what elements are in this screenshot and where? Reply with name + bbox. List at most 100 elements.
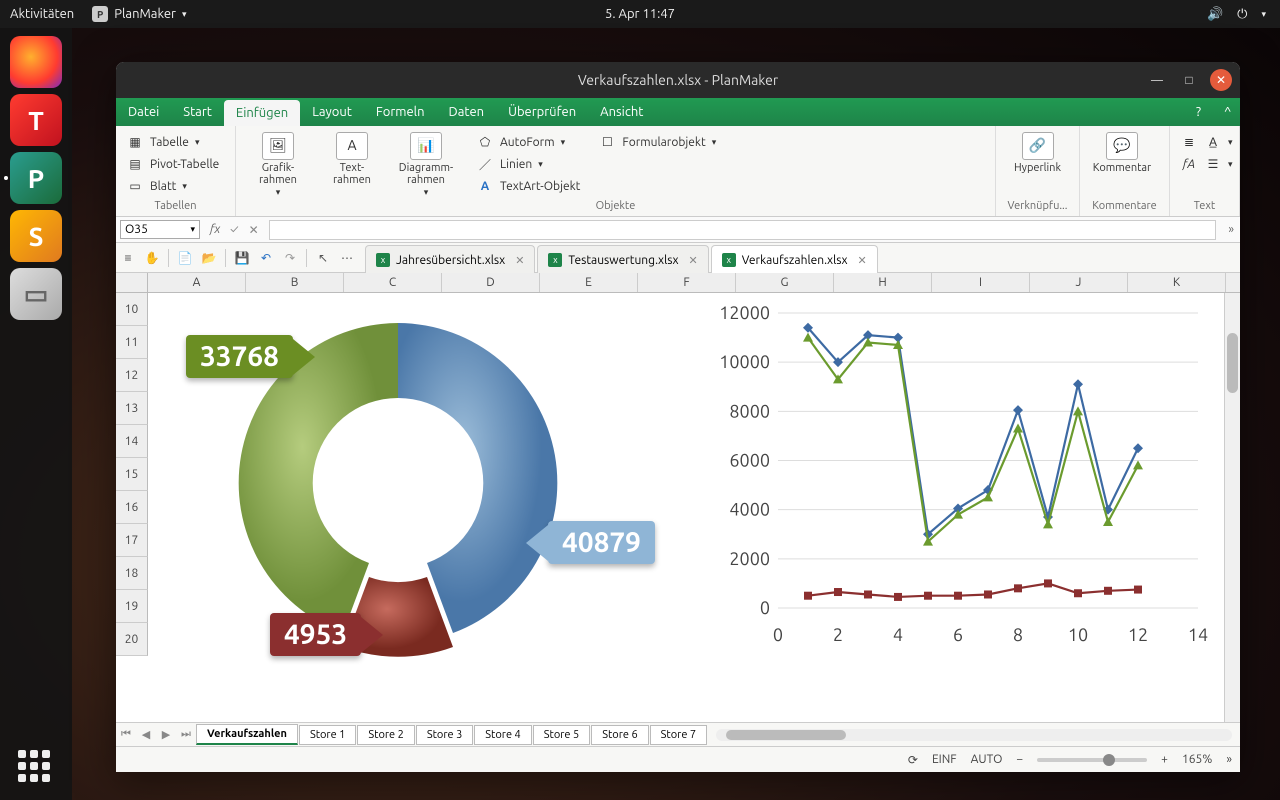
- row-header[interactable]: 11: [116, 326, 148, 359]
- menu-einfuegen[interactable]: Einfügen: [224, 100, 300, 126]
- formula-expand-icon[interactable]: »: [1222, 223, 1240, 236]
- menu-layout[interactable]: Layout: [300, 98, 364, 126]
- col-header[interactable]: B: [246, 273, 344, 292]
- col-header[interactable]: A: [148, 273, 246, 292]
- col-header[interactable]: E: [540, 273, 638, 292]
- clock[interactable]: 5. Apr 11:47: [605, 7, 675, 21]
- menu-formeln[interactable]: Formeln: [364, 98, 437, 126]
- row-header[interactable]: 17: [116, 524, 148, 557]
- formula-input[interactable]: [269, 220, 1217, 240]
- close-tab-icon[interactable]: ✕: [685, 254, 698, 267]
- file-tab[interactable]: xTestauswertung.xlsx✕: [537, 245, 708, 274]
- close-button[interactable]: ✕: [1210, 69, 1232, 91]
- close-tab-icon[interactable]: ✕: [511, 254, 524, 267]
- ribbon-text-1[interactable]: ≣A̲▾: [1180, 132, 1233, 152]
- menu-daten[interactable]: Daten: [437, 98, 497, 126]
- more-icon[interactable]: ⋯: [335, 247, 359, 269]
- ribbon-hyperlink[interactable]: 🔗Hyperlink: [1006, 132, 1069, 174]
- align-icon[interactable]: ≡: [116, 247, 140, 269]
- dock-files[interactable]: ▭: [10, 268, 62, 320]
- status-more-icon[interactable]: »: [1226, 753, 1232, 766]
- menu-datei[interactable]: Datei: [116, 98, 171, 126]
- row-header[interactable]: 16: [116, 491, 148, 524]
- zoom-value[interactable]: 165%: [1182, 753, 1212, 766]
- row-header[interactable]: 18: [116, 557, 148, 590]
- ribbon-autoform[interactable]: ⬠AutoForm ▾: [476, 132, 580, 152]
- save-icon[interactable]: 💾: [230, 247, 254, 269]
- ribbon-formularobjekt[interactable]: ☐Formularobjekt ▾: [598, 132, 716, 152]
- col-header[interactable]: C: [344, 273, 442, 292]
- spreadsheet-area[interactable]: A B C D E F G H I J K 10 11 12 13 14 15 …: [116, 273, 1240, 722]
- ribbon-tabelle[interactable]: ▦Tabelle ▾: [126, 132, 219, 152]
- minimize-button[interactable]: —: [1146, 69, 1168, 91]
- sheet-tab[interactable]: Store 5: [533, 725, 590, 745]
- sheet-tab[interactable]: Store 2: [357, 725, 414, 745]
- volume-icon[interactable]: 🔊: [1207, 7, 1223, 22]
- row-header[interactable]: 13: [116, 392, 148, 425]
- col-header[interactable]: K: [1128, 273, 1226, 292]
- sheet-tab[interactable]: Store 3: [416, 725, 473, 745]
- ribbon-grafikrahmen[interactable]: 🖼Grafik- rahmen▾: [246, 132, 310, 198]
- fx-icon[interactable]: fx: [210, 223, 220, 237]
- col-header[interactable]: D: [442, 273, 540, 292]
- ribbon-pivot[interactable]: ▤Pivot-Tabelle: [126, 154, 219, 174]
- menu-ansicht[interactable]: Ansicht: [588, 98, 655, 126]
- chevron-down-icon[interactable]: ▾: [1261, 9, 1266, 20]
- menu-help[interactable]: ?: [1184, 98, 1212, 126]
- power-icon[interactable]: ⏻: [1237, 7, 1247, 22]
- status-auto[interactable]: AUTO: [971, 753, 1003, 766]
- zoom-slider[interactable]: [1037, 758, 1147, 762]
- ribbon-collapse-icon[interactable]: ^: [1212, 98, 1240, 126]
- activities-button[interactable]: Aktivitäten: [10, 7, 74, 21]
- close-tab-icon[interactable]: ✕: [854, 254, 867, 267]
- refresh-icon[interactable]: ⟳: [908, 753, 918, 767]
- sheet-tab[interactable]: Store 1: [299, 725, 356, 745]
- col-header[interactable]: J: [1030, 273, 1128, 292]
- sheet-tab[interactable]: Store 4: [474, 725, 531, 745]
- file-tab[interactable]: xJahresübersicht.xlsx✕: [365, 245, 535, 274]
- app-menu[interactable]: P PlanMaker ▾: [92, 6, 186, 22]
- dock-textmaker[interactable]: T: [10, 94, 62, 146]
- row-header[interactable]: 14: [116, 425, 148, 458]
- row-header[interactable]: 20: [116, 623, 148, 656]
- dock-planmaker[interactable]: P: [10, 152, 62, 204]
- redo-icon[interactable]: ↷: [278, 247, 302, 269]
- cancel-icon[interactable]: ✕: [249, 223, 259, 237]
- horizontal-scrollbar[interactable]: [716, 729, 1232, 741]
- menu-ueberpruefen[interactable]: Überprüfen: [496, 98, 588, 126]
- row-header[interactable]: 12: [116, 359, 148, 392]
- sheet-tab[interactable]: Store 7: [650, 725, 707, 745]
- pointer-icon[interactable]: ↖: [311, 247, 335, 269]
- sheet-nav-prev[interactable]: ◀: [136, 728, 156, 741]
- select-all-corner[interactable]: [116, 273, 148, 292]
- cell-reference-input[interactable]: O35▾: [120, 220, 200, 239]
- status-einf[interactable]: EINF: [932, 753, 957, 766]
- hand-icon[interactable]: ✋: [140, 247, 164, 269]
- ribbon-kommentar[interactable]: 💬Kommentar: [1090, 132, 1154, 174]
- row-header[interactable]: 15: [116, 458, 148, 491]
- zoom-in-icon[interactable]: +: [1161, 753, 1168, 766]
- ribbon-linien[interactable]: ／Linien ▾: [476, 154, 580, 174]
- menu-start[interactable]: Start: [171, 98, 224, 126]
- ribbon-textrahmen[interactable]: AText- rahmen: [320, 132, 384, 186]
- col-header[interactable]: G: [736, 273, 834, 292]
- sheet-nav-next[interactable]: ▶: [156, 728, 176, 741]
- ribbon-textart[interactable]: ATextArt-Objekt: [476, 176, 580, 196]
- ribbon-diagrammrahmen[interactable]: 📊Diagramm- rahmen▾: [394, 132, 458, 198]
- sheet-tab[interactable]: Store 6: [591, 725, 648, 745]
- line-chart[interactable]: 02000400060008000100001200002468101214: [708, 303, 1208, 653]
- ribbon-blatt[interactable]: ▭Blatt ▾: [126, 176, 219, 196]
- sheet-tab[interactable]: Verkaufszahlen: [196, 724, 298, 745]
- row-header[interactable]: 10: [116, 293, 148, 326]
- open-icon[interactable]: 📂: [197, 247, 221, 269]
- vertical-scrollbar[interactable]: [1224, 293, 1240, 722]
- dock-presentations[interactable]: S: [10, 210, 62, 262]
- col-header[interactable]: H: [834, 273, 932, 292]
- maximize-button[interactable]: □: [1178, 69, 1200, 91]
- col-header[interactable]: F: [638, 273, 736, 292]
- sheet-nav-last[interactable]: ⏭: [176, 728, 196, 741]
- new-icon[interactable]: 📄: [173, 247, 197, 269]
- ribbon-text-2[interactable]: fA☰▾: [1180, 154, 1233, 174]
- dock-firefox[interactable]: [10, 36, 62, 88]
- sheet-nav-first[interactable]: ⏮: [116, 728, 136, 741]
